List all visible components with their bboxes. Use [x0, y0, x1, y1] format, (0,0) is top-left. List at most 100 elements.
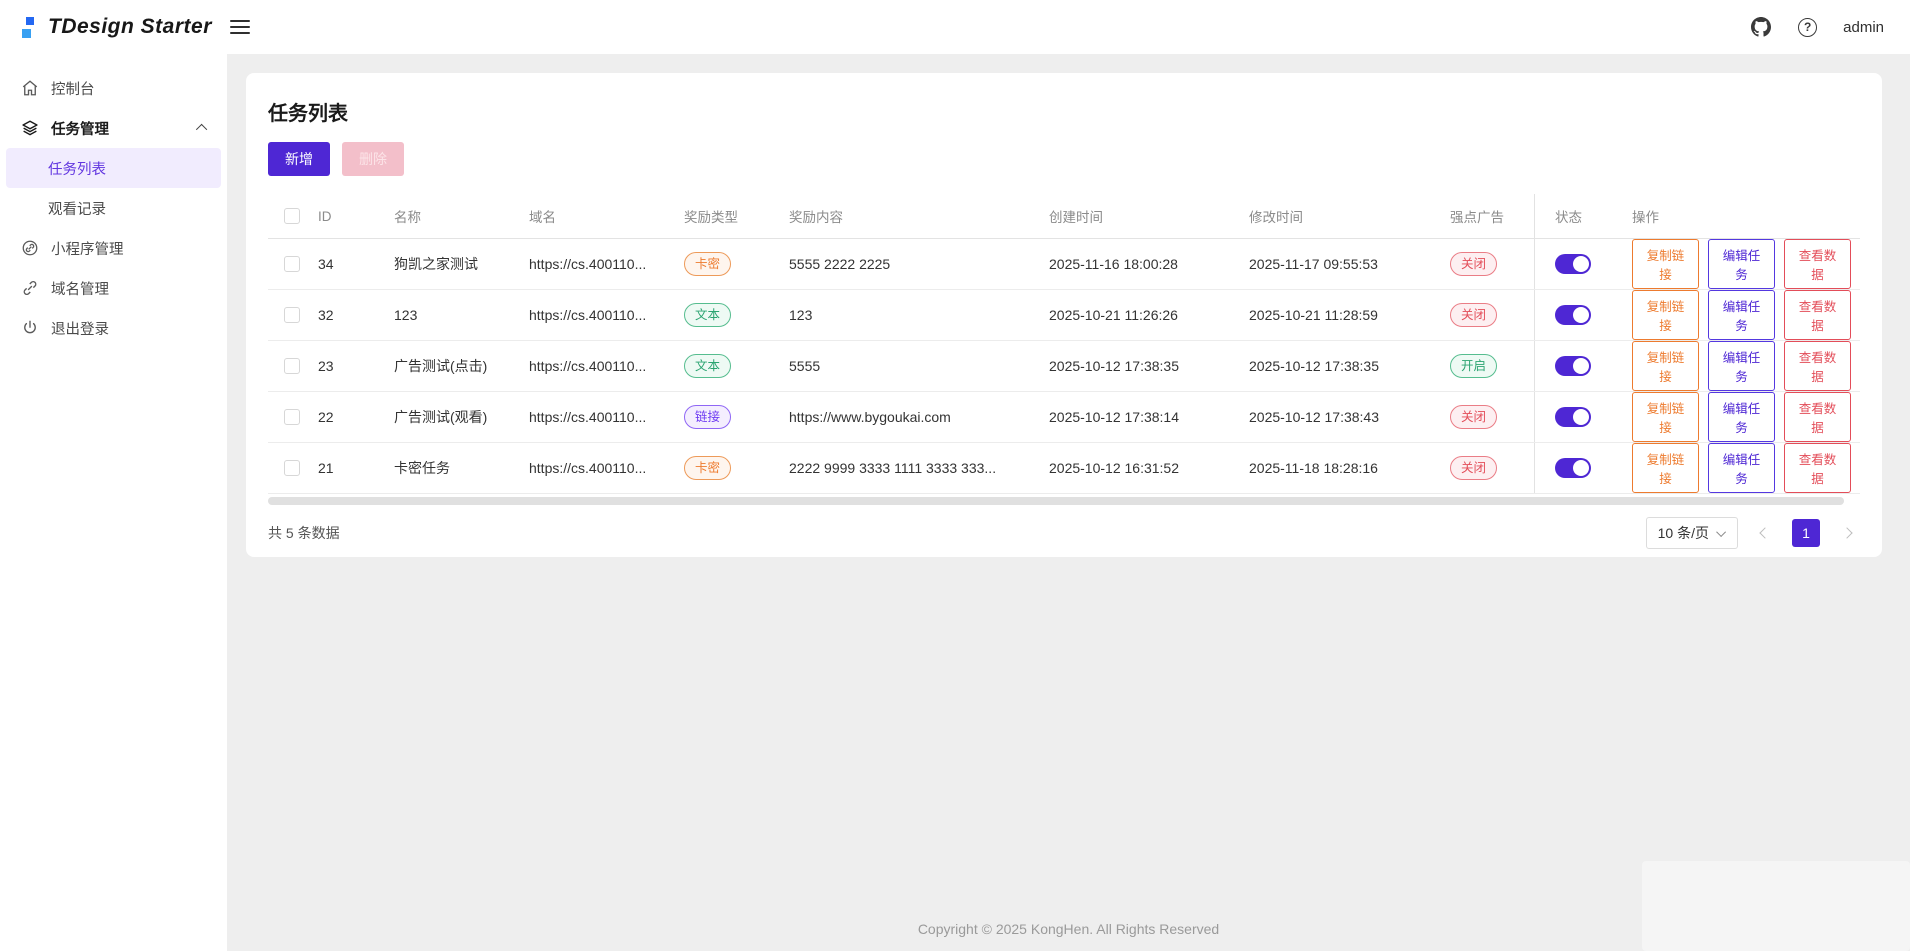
- logo-text: TDesign Starter: [48, 15, 212, 39]
- cell-id: 23: [318, 341, 394, 391]
- sidebar-item-task-list[interactable]: 任务列表: [6, 148, 221, 188]
- cell-modified: 2025-11-17 09:55:53: [1249, 239, 1450, 289]
- row-checkbox[interactable]: [284, 409, 300, 425]
- add-button[interactable]: 新增: [268, 142, 330, 176]
- cell-modified: 2025-10-12 17:38:43: [1249, 392, 1450, 442]
- page-number-button[interactable]: 1: [1792, 519, 1820, 547]
- user-menu[interactable]: admin: [1843, 19, 1884, 36]
- cell-created: 2025-10-12 17:38:14: [1049, 392, 1249, 442]
- row-checkbox[interactable]: [284, 307, 300, 323]
- cell-name: 广告测试(观看): [394, 392, 529, 442]
- copy-link-button[interactable]: 复制链接: [1632, 443, 1699, 493]
- table-header-row: ID 名称 域名 奖励类型 奖励内容 创建时间 修改时间 强点广告 状态 操作: [268, 194, 1860, 239]
- internet-link-icon: [21, 239, 39, 257]
- github-icon[interactable]: [1750, 16, 1772, 38]
- status-switch[interactable]: [1555, 254, 1591, 274]
- row-checkbox[interactable]: [284, 358, 300, 374]
- cell-reward-content: 123: [789, 290, 1049, 340]
- cell-domain: https://cs.400110...: [529, 239, 684, 289]
- cell-id: 22: [318, 392, 394, 442]
- sidebar-item-domain[interactable]: 域名管理: [0, 268, 227, 308]
- cell-domain: https://cs.400110...: [529, 392, 684, 442]
- cell-id: 32: [318, 290, 394, 340]
- table-horizontal-scrollbar[interactable]: [268, 497, 1860, 505]
- cell-name: 广告测试(点击): [394, 341, 529, 391]
- chevron-left-icon: [1759, 527, 1770, 538]
- cell-modified: 2025-10-12 17:38:35: [1249, 341, 1450, 391]
- force-ad-tag: 关闭: [1450, 456, 1497, 480]
- cell-modified: 2025-10-21 11:28:59: [1249, 290, 1450, 340]
- cell-reward-content: 5555: [789, 341, 1049, 391]
- cell-domain: https://cs.400110...: [529, 341, 684, 391]
- force-ad-tag: 关闭: [1450, 252, 1497, 276]
- edit-task-button[interactable]: 编辑任务: [1708, 239, 1775, 289]
- cell-domain: https://cs.400110...: [529, 290, 684, 340]
- view-data-button[interactable]: 查看数据: [1784, 341, 1851, 391]
- reward-type-tag: 卡密: [684, 456, 731, 480]
- collapse-menu-icon[interactable]: [230, 20, 250, 34]
- delete-button[interactable]: 删除: [342, 142, 404, 176]
- copy-link-button[interactable]: 复制链接: [1632, 341, 1699, 391]
- copy-link-button[interactable]: 复制链接: [1632, 392, 1699, 442]
- sidebar-item-watch-records[interactable]: 观看记录: [6, 188, 221, 228]
- edit-task-button[interactable]: 编辑任务: [1708, 290, 1775, 340]
- edit-task-button[interactable]: 编辑任务: [1708, 341, 1775, 391]
- reward-type-tag: 文本: [684, 303, 731, 327]
- cell-created: 2025-10-12 17:38:35: [1049, 341, 1249, 391]
- logo[interactable]: TDesign Starter: [20, 14, 212, 40]
- col-actions: 操作: [1632, 194, 1860, 238]
- total-count: 共 5 条数据: [268, 523, 340, 543]
- edit-task-button[interactable]: 编辑任务: [1708, 443, 1775, 493]
- status-switch[interactable]: [1555, 458, 1591, 478]
- home-icon: [21, 79, 39, 97]
- cell-id: 21: [318, 443, 394, 493]
- sidebar-item-label: 域名管理: [51, 278, 109, 299]
- table-row: 22 广告测试(观看) https://cs.400110... 链接 http…: [268, 392, 1860, 443]
- col-created: 创建时间: [1049, 194, 1249, 238]
- view-data-button[interactable]: 查看数据: [1784, 443, 1851, 493]
- chevron-down-icon: [1716, 527, 1726, 537]
- page-size-value: 10 条/页: [1658, 523, 1709, 543]
- col-domain: 域名: [529, 194, 684, 238]
- col-reward-type: 奖励类型: [684, 194, 789, 238]
- table-row: 32 123 https://cs.400110... 文本 123 2025-…: [268, 290, 1860, 341]
- sidebar-item-console[interactable]: 控制台: [0, 68, 227, 108]
- prev-page-button[interactable]: [1752, 520, 1778, 546]
- table-row: 23 广告测试(点击) https://cs.400110... 文本 5555…: [268, 341, 1860, 392]
- reward-type-tag: 卡密: [684, 252, 731, 276]
- chevron-right-icon: [1841, 527, 1852, 538]
- page-size-select[interactable]: 10 条/页: [1646, 517, 1738, 549]
- cell-id: 34: [318, 239, 394, 289]
- status-switch[interactable]: [1555, 305, 1591, 325]
- row-checkbox[interactable]: [284, 460, 300, 476]
- row-checkbox[interactable]: [284, 256, 300, 272]
- cell-name: 123: [394, 290, 529, 340]
- col-status: 状态: [1534, 194, 1632, 238]
- copy-link-button[interactable]: 复制链接: [1632, 239, 1699, 289]
- reward-type-tag: 文本: [684, 354, 731, 378]
- sidebar-item-task-mgmt[interactable]: 任务管理: [0, 108, 227, 148]
- cell-name: 狗凯之家测试: [394, 239, 529, 289]
- toolbar: 新增 删除: [268, 142, 1860, 176]
- copy-link-button[interactable]: 复制链接: [1632, 290, 1699, 340]
- status-switch[interactable]: [1555, 407, 1591, 427]
- cell-modified: 2025-11-18 18:28:16: [1249, 443, 1450, 493]
- status-switch[interactable]: [1555, 356, 1591, 376]
- col-modified: 修改时间: [1249, 194, 1450, 238]
- view-data-button[interactable]: 查看数据: [1784, 290, 1851, 340]
- edit-task-button[interactable]: 编辑任务: [1708, 392, 1775, 442]
- reward-type-tag: 链接: [684, 405, 731, 429]
- cell-reward-content: 2222 9999 3333 1111 3333 333...: [789, 443, 1049, 493]
- select-all-checkbox[interactable]: [284, 208, 300, 224]
- sidebar-item-label: 退出登录: [51, 318, 109, 339]
- sidebar-item-miniprogram[interactable]: 小程序管理: [0, 228, 227, 268]
- view-data-button[interactable]: 查看数据: [1784, 392, 1851, 442]
- sidebar-item-logout[interactable]: 退出登录: [0, 308, 227, 348]
- help-icon[interactable]: ?: [1798, 18, 1817, 37]
- sidebar-item-label: 小程序管理: [51, 238, 124, 259]
- cell-reward-content: 5555 2222 2225: [789, 239, 1049, 289]
- view-data-button[interactable]: 查看数据: [1784, 239, 1851, 289]
- cell-reward-content: https://www.bygoukai.com: [789, 392, 1049, 442]
- sidebar-item-label: 控制台: [51, 78, 95, 99]
- next-page-button[interactable]: [1834, 520, 1860, 546]
